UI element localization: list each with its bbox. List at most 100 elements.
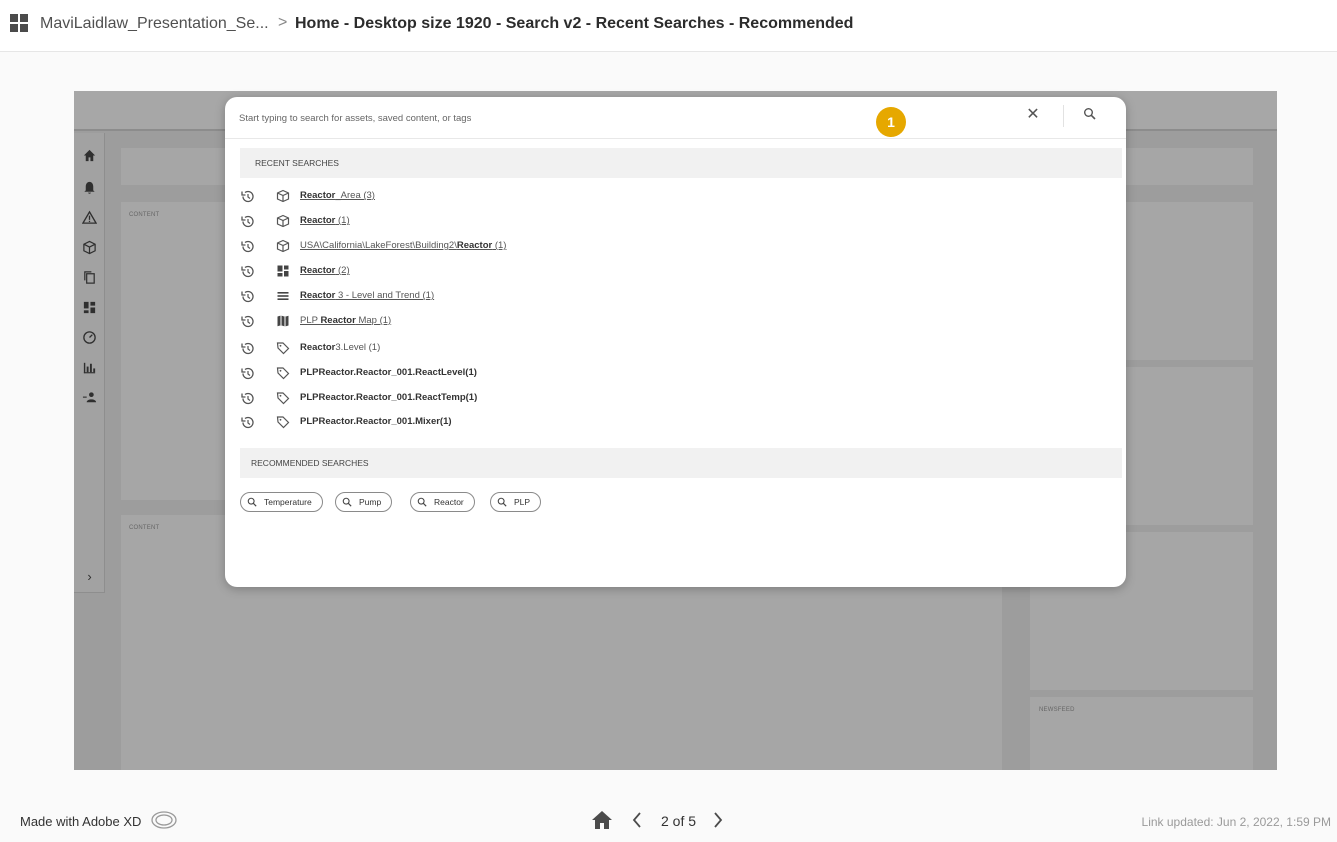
recent-search-item[interactable]: PLP Reactor Map (1): [240, 311, 840, 331]
recent-search-item[interactable]: USA\California\LakeForest\Building2\Reac…: [240, 236, 840, 256]
tag-icon: [276, 416, 290, 429]
search-modal: ✕ RECENT SEARCHES Reactor_Area (3)Reacto…: [225, 97, 1126, 587]
history-icon: [241, 265, 254, 278]
history-icon: [241, 215, 254, 228]
search-input[interactable]: [239, 109, 839, 127]
chip-label: PLP: [514, 497, 531, 507]
breadcrumb-separator: >: [278, 14, 288, 31]
recent-search-item[interactable]: Reactor 3 - Level and Trend (1): [240, 286, 840, 306]
made-with-label: Made with Adobe XD: [20, 814, 142, 829]
clear-search-button[interactable]: ✕: [1025, 106, 1041, 124]
bar-chart-icon[interactable]: [82, 360, 97, 375]
dashboard-icon: [277, 265, 289, 277]
cube-icon[interactable]: [82, 240, 97, 255]
content-label: CONTENT: [129, 525, 160, 531]
label-suffix: 3 - Level and Trend (1): [335, 290, 435, 301]
chip-label: Temperature: [264, 497, 312, 507]
recent-search-item[interactable]: Reactor_Area (3): [240, 186, 840, 206]
recent-search-label[interactable]: PLPReactor.Reactor_001.Mixer(1): [300, 416, 452, 427]
history-icon: [241, 367, 254, 380]
label-match: PLPReactor.Reactor_001.ReactLevel(1): [300, 367, 477, 378]
annotation-badge: 1: [876, 107, 906, 137]
label-match: PLPReactor.Reactor_001.Mixer(1): [300, 416, 452, 427]
recent-search-label[interactable]: Reactor3.Level (1): [300, 342, 380, 353]
label-match: Reactor: [300, 342, 336, 353]
next-page-icon[interactable]: [711, 810, 725, 830]
history-icon: [241, 290, 254, 303]
search-bar: ✕: [225, 97, 1126, 139]
bell-icon[interactable]: [82, 180, 97, 195]
tag-icon: [276, 342, 290, 355]
link-updated-label: Link updated: Jun 2, 2022, 1:59 PM: [1141, 815, 1331, 829]
tag-icon: [276, 392, 290, 405]
chip-label: Pump: [359, 497, 382, 507]
copy-icon[interactable]: [82, 270, 97, 285]
creative-cloud-icon[interactable]: [150, 810, 178, 830]
recommended-search-chip[interactable]: Pump: [335, 492, 393, 512]
label-suffix: _Area (3): [335, 190, 375, 201]
recent-search-item[interactable]: PLPReactor.Reactor_001.ReactLevel(1): [240, 363, 840, 383]
sidebar-expand-icon[interactable]: ›: [82, 569, 97, 584]
search-icon: [497, 497, 507, 507]
recent-search-label[interactable]: PLP Reactor Map (1): [300, 315, 391, 326]
recent-search-item[interactable]: Reactor (2): [240, 261, 840, 281]
content-label: CONTENT: [129, 212, 160, 218]
list-icon: [277, 292, 289, 300]
label-suffix: 3.Level (1): [335, 342, 381, 353]
tag-icon: [276, 367, 290, 380]
recommended-searches-header: RECOMMENDED SEARCHES: [240, 448, 1122, 478]
home-icon[interactable]: [82, 148, 97, 163]
recommended-search-chip[interactable]: Temperature: [240, 492, 323, 512]
history-icon: [241, 416, 254, 429]
newsfeed-label: NEWSFEED: [1039, 707, 1075, 713]
history-icon: [241, 190, 254, 203]
label-suffix: Map (1): [355, 315, 392, 326]
cube-icon: [276, 214, 290, 228]
recent-search-item[interactable]: PLPReactor.Reactor_001.Mixer(1): [240, 412, 840, 432]
label-match: Reactor: [456, 240, 493, 251]
recommended-search-chip[interactable]: PLP: [490, 492, 542, 512]
label-match: PLPReactor.Reactor_001.ReactTemp(1): [300, 392, 478, 403]
search-icon: [342, 497, 352, 507]
recent-search-label[interactable]: PLPReactor.Reactor_001.ReactTemp(1): [300, 392, 477, 403]
label-suffix: (1): [492, 240, 507, 251]
label-match: Reactor: [300, 265, 336, 276]
label-match: Reactor: [320, 315, 356, 326]
history-icon: [241, 392, 254, 405]
recent-search-label[interactable]: Reactor (2): [300, 265, 350, 276]
recent-search-label[interactable]: Reactor 3 - Level and Trend (1): [300, 290, 434, 301]
recent-search-label[interactable]: Reactor (1): [300, 215, 350, 226]
label-suffix: (1): [335, 215, 350, 226]
user-add-icon[interactable]: [82, 390, 97, 405]
breadcrumb-project[interactable]: MaviLaidlaw_Presentation_Se...: [40, 15, 269, 33]
search-icon: [247, 497, 257, 507]
label-prefix: PLP: [300, 315, 321, 326]
recent-search-label[interactable]: USA\California\LakeForest\Building2\Reac…: [300, 240, 506, 251]
recent-search-label[interactable]: PLPReactor.Reactor_001.ReactLevel(1): [300, 367, 477, 378]
dashboard-icon[interactable]: [82, 300, 97, 315]
page-title: Home - Desktop size 1920 - Search v2 - R…: [295, 15, 854, 32]
home-nav-icon[interactable]: [591, 809, 613, 831]
history-icon: [241, 315, 254, 328]
cube-icon: [276, 239, 290, 253]
label-match: Reactor: [300, 215, 336, 226]
grid-view-icon[interactable]: [10, 14, 28, 32]
divider: [1063, 105, 1064, 127]
search-icon[interactable]: [1083, 107, 1097, 121]
gauge-icon[interactable]: [82, 330, 97, 345]
recent-search-item[interactable]: Reactor (1): [240, 211, 840, 231]
label-suffix: (2): [335, 265, 350, 276]
recent-search-item[interactable]: Reactor3.Level (1): [240, 338, 840, 358]
recommended-search-chip[interactable]: Reactor: [410, 492, 475, 512]
top-bar: MaviLaidlaw_Presentation_Se... > Home - …: [0, 0, 1337, 52]
recent-searches-header: RECENT SEARCHES: [240, 148, 1122, 178]
label-match: Reactor: [300, 190, 336, 201]
artboard-sidebar: ›: [74, 133, 105, 593]
previous-page-icon[interactable]: [630, 810, 644, 830]
history-icon: [241, 342, 254, 355]
recent-search-label[interactable]: Reactor_Area (3): [300, 190, 375, 201]
recent-search-item[interactable]: PLPReactor.Reactor_001.ReactTemp(1): [240, 388, 840, 408]
search-icon: [417, 497, 427, 507]
label-match: Reactor: [300, 290, 336, 301]
warning-icon[interactable]: [82, 210, 97, 225]
